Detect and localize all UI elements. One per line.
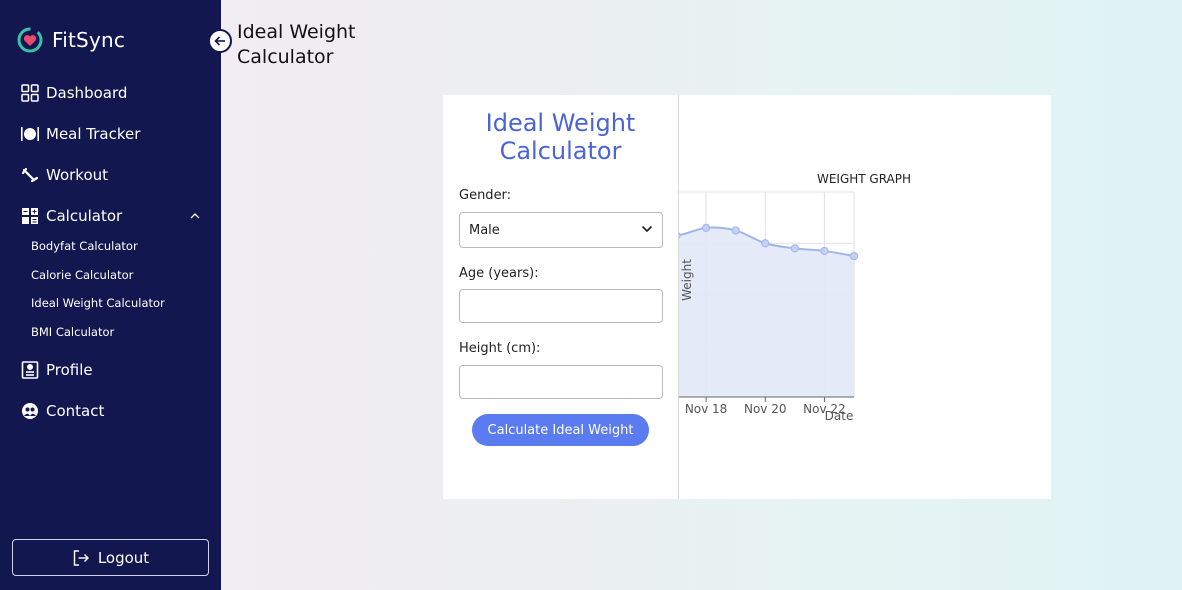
gender-label: Gender: (459, 188, 512, 203)
sidebar-item-label: Profile (46, 361, 93, 379)
weight-graph: 020406080Nov 12Nov 14Nov 16Nov 18Nov 20N… (679, 172, 911, 423)
sidebar-item-profile[interactable]: Profile (20, 358, 93, 382)
age-label: Age (years): (459, 266, 539, 281)
height-input[interactable] (459, 365, 663, 399)
sidebar-item-label: Workout (46, 166, 109, 184)
data-point (790, 244, 799, 253)
grid-icon (20, 83, 40, 103)
calculator-card: Ideal Weight Calculator Gender: Male Age… (443, 95, 1051, 499)
sidebar-item-label: Meal Tracker (46, 125, 141, 143)
sidebar-item-label: Contact (46, 402, 105, 420)
profile-icon (20, 360, 40, 380)
dumbbell-icon (20, 165, 40, 185)
page-title: Ideal Weight Calculator (237, 21, 356, 68)
data-point (731, 226, 740, 235)
chevron-up-icon[interactable] (188, 211, 202, 221)
sidebar: FitSync Dashboard Meal Tracker Workout C… (0, 0, 221, 590)
sidebar-item-calculator[interactable]: Calculator (20, 204, 122, 228)
brand-name: FitSync (52, 28, 126, 52)
chevron-down-icon (641, 225, 653, 233)
gender-select-value: Male (469, 222, 500, 238)
x-axis-label: Date (825, 409, 854, 423)
arrow-left-icon (214, 36, 225, 46)
sidebar-subitem-bodyfat[interactable]: Bodyfat Calculator (31, 239, 138, 253)
gender-select[interactable]: Male (459, 212, 663, 248)
sidebar-item-dashboard[interactable]: Dashboard (20, 81, 127, 105)
sidebar-item-label: Dashboard (46, 84, 128, 102)
data-point (701, 223, 711, 232)
calculator-title: Ideal Weight Calculator (485, 109, 636, 165)
sidebar-item-label: Calculator (46, 207, 123, 225)
sidebar-subitem-bmi[interactable]: BMI Calculator (31, 325, 114, 339)
x-tick-label: Nov 18 (685, 402, 728, 416)
logout-label: Logout (97, 548, 150, 567)
contact-icon (20, 401, 40, 421)
logout-button[interactable]: Logout (12, 539, 209, 576)
sidebar-item-meal-tracker[interactable]: Meal Tracker (20, 122, 140, 146)
data-point (820, 246, 829, 256)
calculate-ideal-weight-button[interactable]: Calculate Ideal Weight (472, 414, 649, 446)
plate-icon (20, 124, 40, 144)
sidebar-subitem-ideal-weight[interactable]: Ideal Weight Calculator (31, 296, 165, 310)
data-point (761, 239, 770, 248)
sidebar-subitem-calorie[interactable]: Calorie Calculator (31, 268, 133, 282)
x-tick-label: Nov 20 (744, 402, 787, 416)
chart-title: WEIGHT GRAPH (817, 172, 911, 186)
sidebar-item-workout[interactable]: Workout (20, 163, 108, 187)
data-point (849, 251, 859, 261)
calculator-icon (20, 206, 40, 226)
age-input[interactable] (459, 289, 663, 323)
sidebar-item-contact[interactable]: Contact (20, 399, 104, 423)
height-label: Height (cm): (459, 341, 541, 356)
fitsync-logo-icon (17, 27, 43, 53)
logout-icon (73, 549, 89, 566)
brand[interactable]: FitSync (16, 26, 125, 54)
y-axis-label: Weight (680, 259, 694, 301)
collapse-sidebar-button[interactable] (208, 29, 232, 53)
